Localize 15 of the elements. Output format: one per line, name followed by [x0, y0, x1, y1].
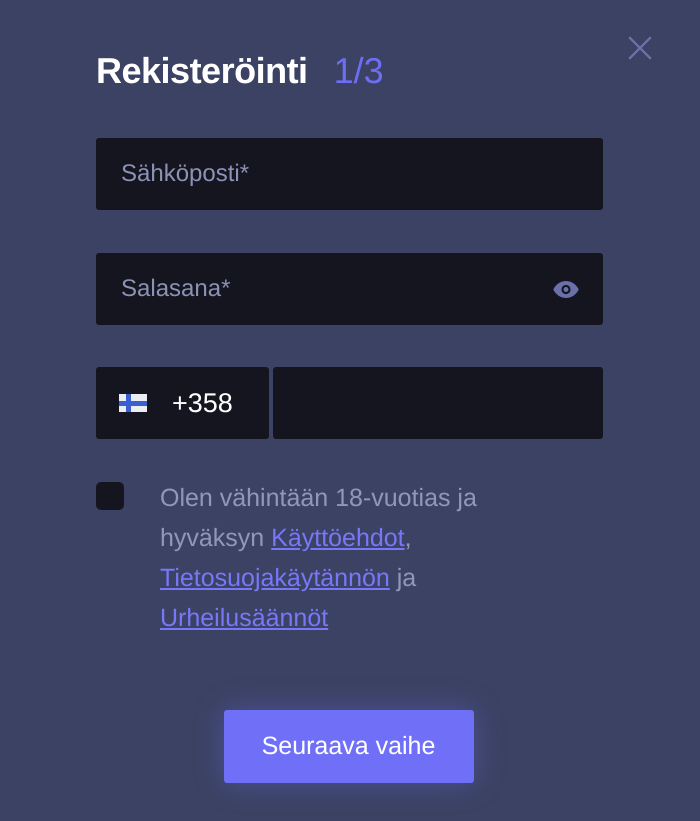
terms-link[interactable]: Tietosuojakäytännön — [160, 564, 390, 592]
consent-checkbox[interactable] — [96, 482, 124, 510]
flag-icon — [119, 394, 147, 412]
consent-text: Olen vähintään 18-vuotias ja hyväksyn Käyttöehdot, Tietosuojakäytännön ja Urheilusäännöt — [160, 483, 478, 634]
eye-icon[interactable] — [553, 281, 579, 298]
phone-number-field[interactable] — [273, 367, 603, 439]
email-field[interactable]: Sähköposti* — [96, 138, 603, 210]
dialog-title: Rekisteröinti — [96, 50, 308, 92]
next-step-button[interactable]: Seuraava vaihe — [224, 710, 474, 783]
close-icon[interactable] — [627, 35, 653, 61]
country-code-select[interactable]: +358 — [96, 367, 269, 439]
step-counter: 1/3 — [334, 50, 384, 92]
password-field[interactable]: Salasana* — [96, 253, 603, 325]
terms-link[interactable]: Käyttöehdot — [271, 524, 405, 552]
terms-link[interactable]: Urheilusäännöt — [160, 604, 328, 632]
